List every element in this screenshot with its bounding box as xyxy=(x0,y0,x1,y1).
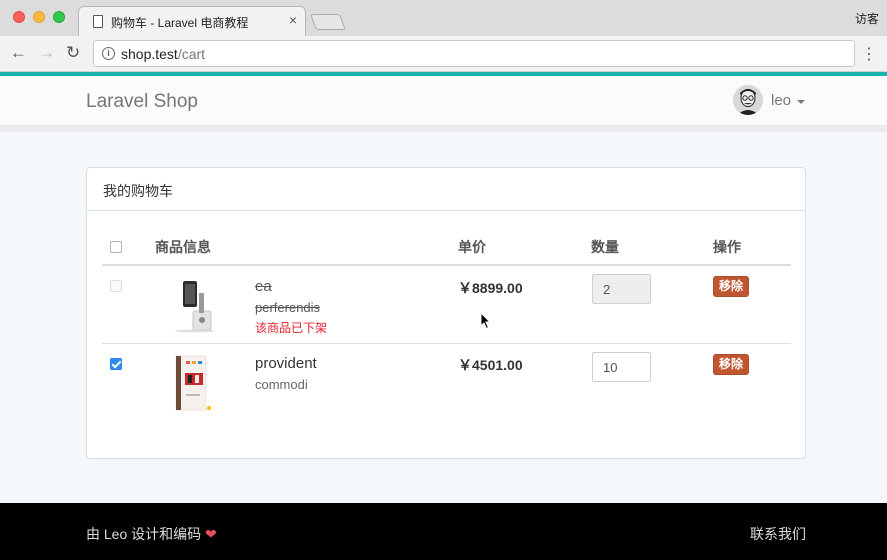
remove-button[interactable]: 移除 xyxy=(713,276,749,297)
window-minimize-icon[interactable] xyxy=(33,11,45,23)
chevron-down-icon[interactable] xyxy=(797,100,805,104)
user-avatar[interactable] xyxy=(733,85,763,115)
url-path: /cart xyxy=(177,46,206,62)
column-header-action: 操作 xyxy=(713,239,741,255)
table-header-divider xyxy=(102,264,791,266)
quantity-input[interactable] xyxy=(592,352,651,382)
tab-title: 购物车 - Laravel 电商教程 xyxy=(111,16,249,30)
heart-icon: ❤ xyxy=(205,526,217,542)
footer-credit: 由 Leo 设计和编码 ❤ xyxy=(86,524,217,544)
product-sku: perferendis xyxy=(255,300,321,315)
remove-button[interactable]: 移除 xyxy=(713,354,749,375)
column-header-quantity: 数量 xyxy=(591,239,619,255)
document-icon xyxy=(93,15,103,28)
product-title[interactable]: ea xyxy=(255,278,272,295)
reload-icon[interactable]: ↻ xyxy=(66,43,80,63)
site-navbar: Laravel Shop leo xyxy=(0,76,887,126)
column-header-price: 单价 xyxy=(458,239,486,255)
window-maximize-icon[interactable] xyxy=(53,11,65,23)
column-header-product: 商品信息 xyxy=(155,239,211,255)
user-name[interactable]: leo xyxy=(771,92,791,109)
avatar-image xyxy=(733,85,763,115)
browser-menu-icon[interactable]: ⋮ xyxy=(861,44,877,64)
navbar-shadow xyxy=(0,126,887,132)
product-thumbnail[interactable] xyxy=(171,275,219,333)
unit-price: ￥4501.00 xyxy=(458,357,523,373)
browser-tab-bar: 购物车 - Laravel 电商教程 × 访客 xyxy=(0,0,887,36)
panel-title: 我的购物车 xyxy=(103,183,173,199)
row-divider xyxy=(102,343,791,344)
browser-tab-active[interactable]: 购物车 - Laravel 电商教程 × xyxy=(78,6,306,36)
unit-price: ￥8899.00 xyxy=(458,280,523,296)
product-thumbnail[interactable] xyxy=(171,354,219,412)
product-sku: commodi xyxy=(255,377,308,392)
url-bar[interactable]: i shop.test/cart xyxy=(93,40,855,67)
item-checkbox[interactable] xyxy=(110,280,122,292)
quantity-input[interactable] xyxy=(592,274,651,304)
forward-arrow-icon[interactable]: → xyxy=(38,43,55,63)
address-toolbar: ← → ↻ i shop.test/cart ⋮ xyxy=(0,36,887,72)
info-icon[interactable]: i xyxy=(102,47,115,60)
footer-credit-text: 由 Leo 设计和编码 xyxy=(86,526,202,542)
panel-heading: 我的购物车 xyxy=(87,168,805,211)
contact-link[interactable]: 联系我们 xyxy=(750,524,806,544)
site-footer: 由 Leo 设计和编码 ❤ 联系我们 xyxy=(0,503,887,560)
back-arrow-icon[interactable]: ← xyxy=(10,43,27,63)
tab-close-icon[interactable]: × xyxy=(289,12,297,28)
product-unavailable-warning: 该商品已下架 xyxy=(255,321,328,335)
item-checkbox[interactable] xyxy=(110,358,122,370)
url-text[interactable]: shop.test/cart xyxy=(121,46,205,62)
guest-profile-label[interactable]: 访客 xyxy=(855,10,879,27)
mouse-cursor-icon xyxy=(480,312,492,330)
window-close-icon[interactable] xyxy=(13,11,25,23)
product-title[interactable]: provident xyxy=(255,355,317,372)
cart-panel: 我的购物车 商品信息 单价 数量 操作 ea perferendis 该商品已下… xyxy=(86,167,806,459)
new-tab-button[interactable] xyxy=(310,14,346,30)
url-host: shop.test xyxy=(121,46,178,62)
site-brand[interactable]: Laravel Shop xyxy=(86,91,198,113)
select-all-checkbox[interactable] xyxy=(110,241,122,253)
